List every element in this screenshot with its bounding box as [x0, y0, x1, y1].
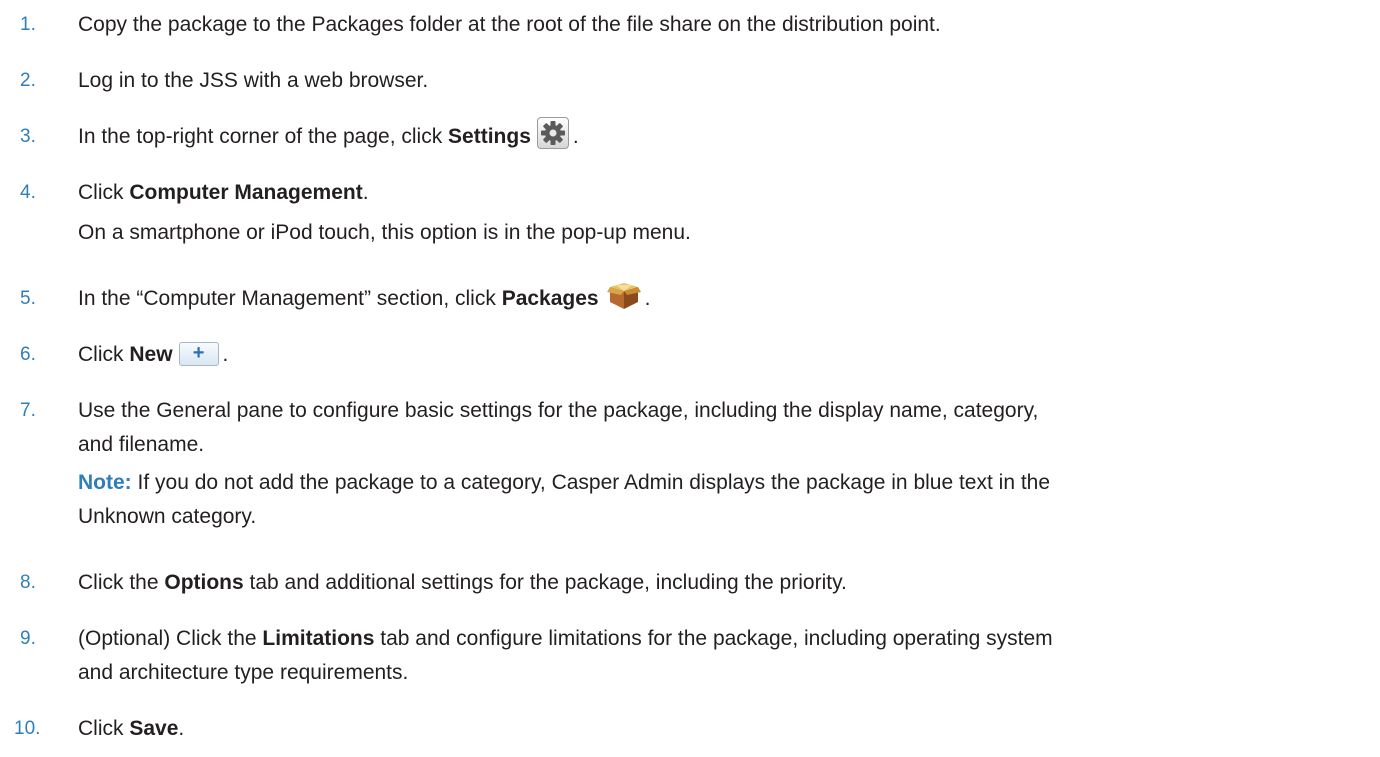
note-text-line2: Unknown category.	[78, 505, 257, 528]
step-text-end: tab and additional settings for the pack…	[243, 571, 847, 594]
step-number: 10.	[14, 718, 41, 739]
step-text-end: tab and configure limitations for the pa…	[374, 627, 1053, 650]
step-number: 6.	[20, 344, 36, 365]
step-text: Click	[78, 181, 130, 204]
step-text: In the “Computer Management” section, cl…	[78, 287, 502, 310]
procedure-document: 1. Copy the package to the Packages fold…	[0, 0, 1380, 757]
step-text-line2: and filename.	[78, 433, 205, 456]
step-bold: Save	[129, 717, 179, 740]
note-label: Note:	[78, 471, 132, 494]
step-bold: Limitations	[262, 627, 375, 650]
step-number: 9.	[20, 628, 36, 649]
step-number: 5.	[20, 288, 36, 309]
step-text-line2: and architecture type requirements.	[78, 661, 409, 684]
step-text-end: .	[362, 181, 369, 204]
gear-icon	[536, 117, 569, 150]
step-text-end: .	[644, 287, 651, 310]
step-text: Click	[78, 717, 130, 740]
step-number: 1.	[20, 14, 36, 35]
step-bold: Computer Management	[129, 181, 363, 204]
package-icon	[606, 281, 641, 311]
step-text: (Optional) Click the	[78, 627, 263, 650]
step-bold: New	[129, 343, 173, 366]
note-text-line1: If you do not add the package to a categ…	[131, 471, 1051, 494]
step-text: Copy the package to the Packages folder …	[78, 13, 941, 36]
step-subtext: On a smartphone or iPod touch, this opti…	[78, 221, 691, 244]
step-number: 2.	[20, 70, 36, 91]
step-bold: Packages	[501, 287, 599, 310]
step-text-end: .	[178, 717, 185, 740]
step-bold: Options	[164, 571, 244, 594]
step-number: 3.	[20, 126, 36, 147]
step-number: 4.	[20, 182, 36, 203]
step-text: Click the	[78, 571, 165, 594]
step-text: Log in to the JSS with a web browser.	[78, 69, 429, 92]
step-text-end: .	[572, 125, 579, 148]
step-text-end: .	[222, 343, 229, 366]
step-number: 7.	[20, 400, 36, 421]
step-text: In the top-right corner of the page, cli…	[78, 125, 449, 148]
step-text: Click	[78, 343, 130, 366]
step-bold: Settings	[448, 125, 531, 148]
step-number: 8.	[20, 572, 36, 593]
plus-icon: +	[178, 341, 219, 366]
step-text-line1: Use the General pane to configure basic …	[78, 399, 1039, 422]
note: Note: If you do not add the package to a…	[78, 466, 1358, 534]
